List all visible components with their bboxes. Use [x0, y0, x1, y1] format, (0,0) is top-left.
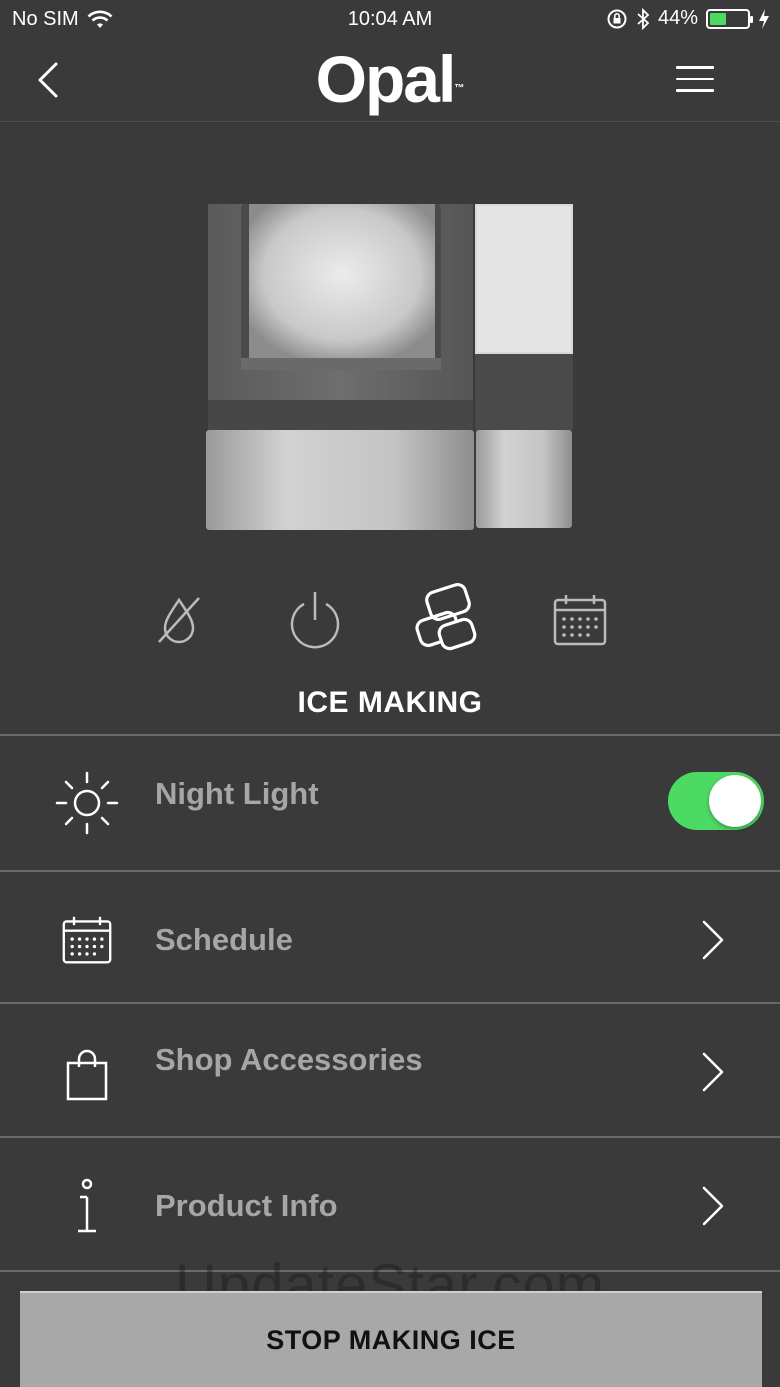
bluetooth-icon: [637, 7, 650, 30]
info-icon-wrap: [52, 1172, 122, 1242]
mode-selector: [0, 580, 780, 660]
nav-bar: Opal™: [0, 40, 780, 122]
night-light-row: Night Light: [0, 734, 780, 871]
status-bar: No SIM 10:04 AM 44%: [0, 0, 780, 40]
toggle-knob: [709, 775, 761, 827]
status-right: 44%: [606, 7, 770, 30]
shop-icon-wrap: [52, 1040, 122, 1110]
chevron-right-icon: [702, 1052, 724, 1092]
chevron-right-icon: [702, 1186, 724, 1226]
night-light-toggle[interactable]: [668, 772, 764, 830]
schedule-row[interactable]: Schedule: [0, 870, 780, 1004]
schedule-mode-button[interactable]: [540, 580, 620, 660]
power-mode-button[interactable]: [275, 580, 355, 660]
ice-mode-button[interactable]: [407, 580, 487, 660]
orientation-lock-icon: [607, 9, 627, 28]
night-light-label: Night Light: [155, 776, 319, 811]
schedule-label: Schedule: [155, 922, 293, 957]
info-icon: [78, 1178, 96, 1233]
chevron-right-icon: [702, 920, 724, 960]
ice-maker-image: [206, 204, 573, 530]
hamburger-menu-icon[interactable]: [676, 66, 714, 94]
charging-icon: [759, 8, 769, 29]
product-info-label: Product Info: [155, 1188, 338, 1223]
stop-making-ice-button[interactable]: STOP MAKING ICE: [20, 1291, 762, 1387]
schedule-icon-wrap: [52, 905, 122, 975]
trademark: ™: [454, 83, 465, 94]
selected-mode-title: ICE MAKING: [297, 686, 483, 719]
drain-mode-button[interactable]: [141, 580, 221, 660]
drain-icon: [158, 597, 200, 644]
shopping-bag-icon: [66, 1049, 108, 1101]
sun-icon-wrap: [52, 768, 122, 838]
power-icon: [290, 592, 340, 649]
logo-text: Opal: [315, 42, 457, 116]
calendar-icon: [62, 916, 112, 964]
brand-logo: Opal™: [0, 40, 780, 118]
shop-accessories-label: Shop Accessories: [155, 1042, 423, 1077]
shop-accessories-row[interactable]: Shop Accessories: [0, 1002, 780, 1138]
ice-icon: [415, 582, 477, 651]
calendar-icon: [553, 595, 607, 646]
battery-icon: [706, 8, 753, 29]
battery-percent: 44%: [657, 7, 698, 29]
sun-icon: [55, 771, 119, 835]
